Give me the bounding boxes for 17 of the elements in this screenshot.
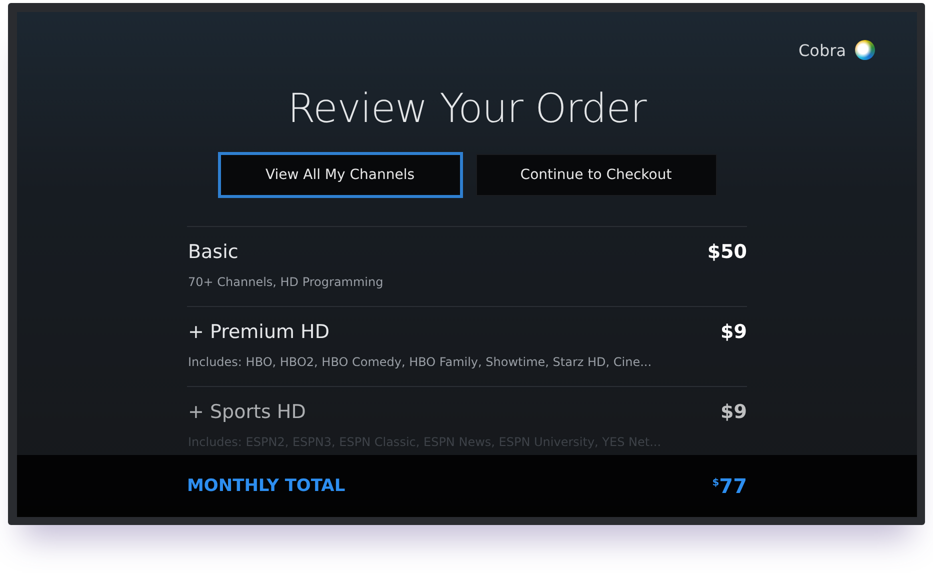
action-button[interactable]: Continue to Checkout bbox=[476, 154, 716, 196]
order-item[interactable]: + Premium HD $9 Includes: HBO, HBO2, HBO Comedy, HBO Family, Showtime, Starz HD, Cine... bbox=[187, 307, 747, 387]
item-name: + Sports HD bbox=[188, 401, 306, 423]
total-label: MONTHLY TOTAL bbox=[187, 476, 346, 496]
item-description: 70+ Channels, HD Programming bbox=[188, 275, 384, 289]
action-button[interactable]: View All My Channels bbox=[218, 152, 462, 198]
item-price: $50 bbox=[707, 241, 747, 263]
total-amount: $^{$}$77 bbox=[712, 474, 747, 498]
page-title: Review Your Order bbox=[288, 86, 646, 132]
item-name: Basic bbox=[188, 241, 238, 263]
avatar-icon[interactable] bbox=[855, 40, 875, 60]
item-price: $9 bbox=[720, 401, 747, 423]
item-description: Includes: HBO, HBO2, HBO Comedy, HBO Family, Showtime, Starz HD, Cine... bbox=[188, 355, 653, 369]
order-item[interactable]: Basic $50 70+ Channels, HD Programming bbox=[187, 227, 747, 307]
item-price: $9 bbox=[720, 321, 747, 343]
item-name: + Premium HD bbox=[188, 321, 330, 343]
user-name: Cobra bbox=[798, 40, 846, 60]
